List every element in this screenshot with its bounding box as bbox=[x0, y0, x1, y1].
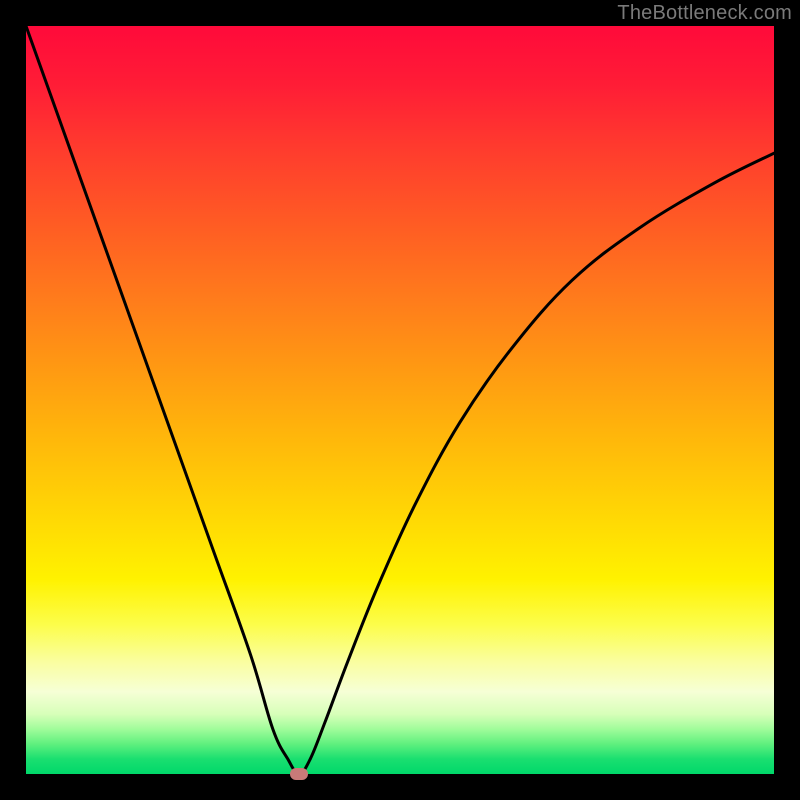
curve-path bbox=[26, 26, 774, 774]
chart-frame: TheBottleneck.com bbox=[0, 0, 800, 800]
optimal-point-marker bbox=[290, 768, 308, 780]
watermark-text: TheBottleneck.com bbox=[617, 2, 792, 25]
bottleneck-curve bbox=[26, 26, 774, 774]
chart-plot-area bbox=[26, 26, 774, 774]
